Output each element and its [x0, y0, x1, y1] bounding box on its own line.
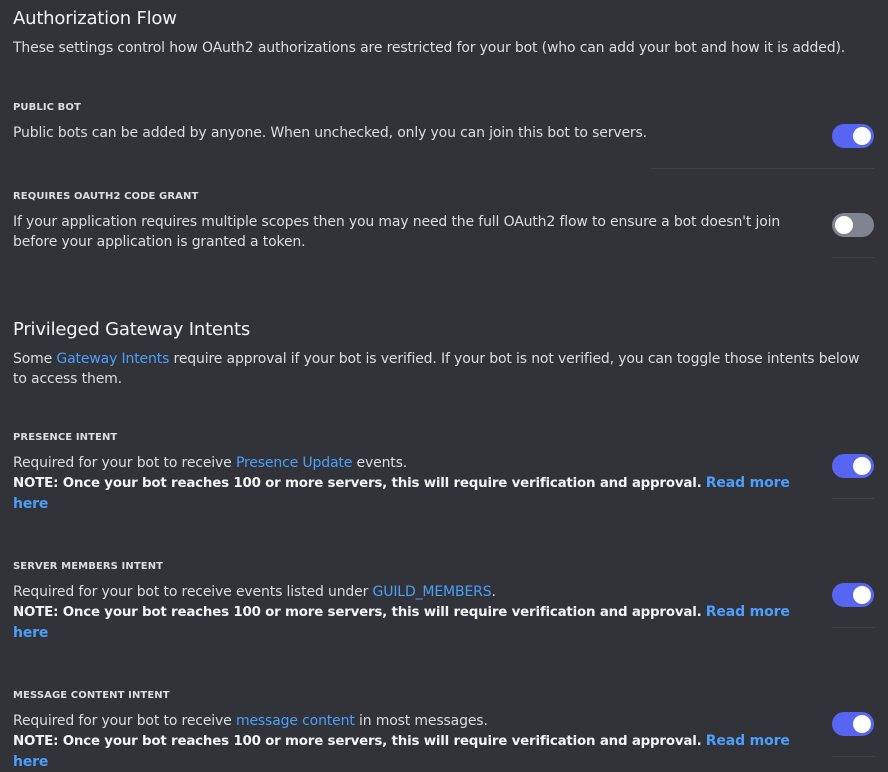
- toggle-knob: [853, 586, 871, 604]
- authorization-flow-title: Authorization Flow: [13, 8, 177, 29]
- message-content-intent-text: in most messages.: [354, 713, 488, 729]
- authorization-flow-description: These settings control how OAuth2 author…: [13, 40, 846, 56]
- divider: [832, 498, 874, 499]
- divider: [832, 756, 874, 757]
- server-members-intent-note: NOTE: Once your bot reaches 100 or more …: [13, 605, 702, 620]
- toggle-knob: [853, 715, 871, 733]
- message-content-intent-text: Required for your bot to receive: [13, 713, 236, 729]
- message-content-link[interactable]: message content: [236, 713, 355, 729]
- presence-intent-text: events.: [352, 455, 408, 471]
- toggle-knob: [835, 216, 853, 234]
- public-bot-label: PUBLIC BOT: [13, 102, 81, 113]
- toggle-knob: [853, 127, 871, 145]
- guild-members-link[interactable]: GUILD_MEMBERS: [373, 584, 492, 600]
- presence-intent-description: Required for your bot to receive Presenc…: [13, 453, 823, 514]
- divider: [651, 168, 874, 169]
- message-content-intent-note: NOTE: Once your bot reaches 100 or more …: [13, 734, 702, 749]
- presence-intent-text: Required for your bot to receive: [13, 455, 236, 471]
- presence-intent-toggle[interactable]: [832, 454, 874, 478]
- presence-intent-label: PRESENCE INTENT: [13, 432, 118, 443]
- server-members-intent-toggle[interactable]: [832, 583, 874, 607]
- divider: [832, 257, 874, 258]
- public-bot-toggle[interactable]: [832, 124, 874, 148]
- gateway-intents-link[interactable]: Gateway Intents: [56, 351, 169, 367]
- code-grant-toggle[interactable]: [832, 213, 874, 237]
- code-grant-description: If your application requires multiple sc…: [13, 214, 781, 250]
- server-members-intent-description: Required for your bot to receive events …: [13, 582, 823, 643]
- privileged-intents-description: Some Gateway Intents require approval if…: [13, 349, 863, 389]
- message-content-intent-toggle[interactable]: [832, 712, 874, 736]
- toggle-knob: [853, 457, 871, 475]
- privileged-intents-title: Privileged Gateway Intents: [13, 319, 251, 340]
- public-bot-description: Public bots can be added by anyone. When…: [13, 125, 647, 141]
- message-content-intent-description: Required for your bot to receive message…: [13, 711, 823, 772]
- presence-update-link[interactable]: Presence Update: [236, 455, 352, 471]
- server-members-intent-label: SERVER MEMBERS INTENT: [13, 561, 164, 572]
- intents-description-text: Some: [13, 351, 57, 367]
- server-members-intent-text: Required for your bot to receive events …: [13, 584, 373, 600]
- server-members-intent-text: .: [491, 584, 496, 600]
- message-content-intent-label: MESSAGE CONTENT INTENT: [13, 690, 170, 701]
- code-grant-label: REQUIRES OAUTH2 CODE GRANT: [13, 191, 199, 202]
- presence-intent-note: NOTE: Once your bot reaches 100 or more …: [13, 476, 702, 491]
- divider: [832, 627, 874, 628]
